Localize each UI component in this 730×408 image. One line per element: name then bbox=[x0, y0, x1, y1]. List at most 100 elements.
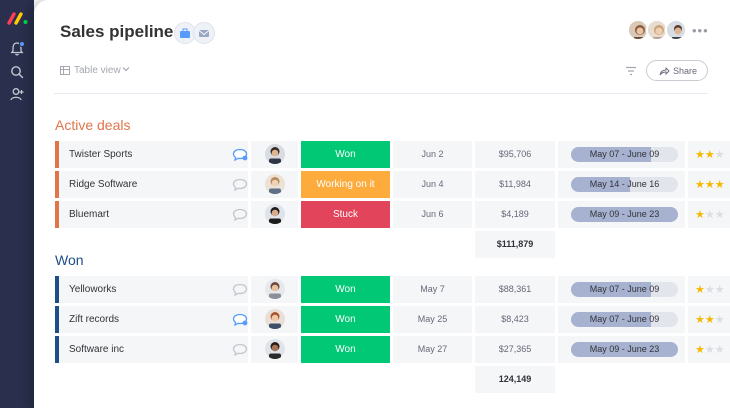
star-icon[interactable]: ★ bbox=[715, 314, 725, 326]
table-row[interactable]: Software inc Won May 27 $27,365 May 09 - Jun… bbox=[55, 336, 730, 363]
item-name-cell[interactable]: Twister Sports bbox=[55, 141, 248, 168]
table-row[interactable]: Bluemart Stuck Jun 6 $4,189 May 09 - June 23… bbox=[55, 201, 730, 228]
notification-dot bbox=[19, 41, 25, 47]
star-icon[interactable]: ★ bbox=[715, 179, 725, 191]
item-name-cell[interactable]: Ridge Software bbox=[55, 171, 248, 198]
table-row[interactable]: Zift records Won May 25 $8,423 May 07 - June… bbox=[55, 306, 730, 333]
star-icon[interactable]: ★ bbox=[695, 284, 705, 296]
person-cell[interactable] bbox=[251, 306, 298, 333]
timeline-bar: May 09 - June 23 bbox=[571, 342, 678, 357]
rating-cell[interactable]: ★★★ bbox=[688, 336, 730, 363]
star-icon[interactable]: ★ bbox=[695, 179, 705, 191]
item-name: Bluemart bbox=[69, 209, 110, 220]
timeline-bar: May 09 - June 23 bbox=[571, 207, 678, 222]
speech-bubble-icon[interactable] bbox=[232, 178, 248, 191]
mail-icon[interactable] bbox=[193, 22, 215, 44]
avatar bbox=[265, 144, 285, 164]
table-row[interactable]: Twister Sports Won Jun 2 $95,706 May 07 - Ju… bbox=[55, 141, 730, 168]
date-cell[interactable]: Jun 6 bbox=[393, 201, 472, 228]
amount-cell[interactable]: $4,189 bbox=[475, 201, 555, 228]
star-icon[interactable]: ★ bbox=[695, 149, 705, 161]
timeline-bar: May 07 - June 09 bbox=[571, 282, 678, 297]
table-row[interactable]: Ridge Software Working on it Jun 4 $11,984 M… bbox=[55, 171, 730, 198]
filter-icon[interactable] bbox=[625, 66, 637, 76]
user-icon[interactable] bbox=[9, 86, 25, 102]
status-cell[interactable]: Stuck bbox=[301, 201, 390, 228]
date-cell[interactable]: May 25 bbox=[393, 306, 472, 333]
star-icon[interactable]: ★ bbox=[695, 314, 705, 326]
timeline-cell[interactable]: May 07 - June 09 bbox=[558, 306, 685, 333]
timeline-cell[interactable]: May 09 - June 23 bbox=[558, 201, 685, 228]
rating-cell[interactable]: ★★★ bbox=[688, 171, 730, 198]
group-title-active-deals[interactable]: Active deals bbox=[55, 117, 130, 133]
speech-bubble-icon[interactable] bbox=[232, 208, 248, 221]
page-title: Sales pipeline bbox=[60, 22, 174, 41]
share-button[interactable]: Share bbox=[646, 60, 708, 81]
amount-cell[interactable]: $88,361 bbox=[475, 276, 555, 303]
date-value: Jun 2 bbox=[421, 149, 444, 159]
star-icon[interactable]: ★ bbox=[715, 284, 725, 296]
star-icon[interactable]: ★ bbox=[715, 209, 725, 221]
timeline-bar: May 07 - June 09 bbox=[571, 312, 678, 327]
status-cell[interactable]: Won bbox=[301, 336, 390, 363]
board-panel: Sales pipeline ••• Table view Share Acti… bbox=[34, 0, 730, 408]
search-icon[interactable] bbox=[9, 64, 25, 80]
star-icon[interactable]: ★ bbox=[715, 149, 725, 161]
item-name-cell[interactable]: Bluemart bbox=[55, 201, 248, 228]
person-cell[interactable] bbox=[251, 276, 298, 303]
group-title-won[interactable]: Won bbox=[55, 252, 84, 268]
group-total-cell: $111,879 bbox=[475, 231, 555, 258]
speech-bubble-icon[interactable] bbox=[232, 313, 248, 326]
date-cell[interactable]: Jun 2 bbox=[393, 141, 472, 168]
rating-cell[interactable]: ★★★ bbox=[688, 276, 730, 303]
item-name: Zift records bbox=[69, 314, 120, 325]
item-name-cell[interactable]: Yelloworks bbox=[55, 276, 248, 303]
star-icon[interactable]: ★ bbox=[715, 344, 725, 356]
status-cell[interactable]: Won bbox=[301, 276, 390, 303]
monday-logo-icon[interactable] bbox=[7, 11, 29, 25]
amount-cell[interactable]: $27,365 bbox=[475, 336, 555, 363]
person-cell[interactable] bbox=[251, 141, 298, 168]
timeline-bar: May 14 - June 16 bbox=[571, 177, 678, 192]
date-cell[interactable]: May 27 bbox=[393, 336, 472, 363]
star-icon[interactable]: ★ bbox=[705, 314, 715, 326]
item-name: Twister Sports bbox=[69, 149, 133, 160]
table-row[interactable]: Yelloworks Won May 7 $88,361 May 07 - June 0… bbox=[55, 276, 730, 303]
timeline-cell[interactable]: May 07 - June 09 bbox=[558, 276, 685, 303]
star-icon[interactable]: ★ bbox=[705, 209, 715, 221]
speech-bubble-icon[interactable] bbox=[232, 343, 248, 356]
status-cell[interactable]: Working on it bbox=[301, 171, 390, 198]
person-cell[interactable] bbox=[251, 201, 298, 228]
amount-cell[interactable]: $95,706 bbox=[475, 141, 555, 168]
star-icon[interactable]: ★ bbox=[695, 344, 705, 356]
timeline-cell[interactable]: May 07 - June 09 bbox=[558, 141, 685, 168]
item-name: Software inc bbox=[69, 344, 125, 355]
star-icon[interactable]: ★ bbox=[705, 344, 715, 356]
date-cell[interactable]: Jun 4 bbox=[393, 171, 472, 198]
star-icon[interactable]: ★ bbox=[705, 284, 715, 296]
person-cell[interactable] bbox=[251, 171, 298, 198]
person-cell[interactable] bbox=[251, 336, 298, 363]
item-name-cell[interactable]: Software inc bbox=[55, 336, 248, 363]
timeline-cell[interactable]: May 14 - June 16 bbox=[558, 171, 685, 198]
star-icon[interactable]: ★ bbox=[695, 209, 705, 221]
timeline-bar: May 07 - June 09 bbox=[571, 147, 678, 162]
speech-bubble-icon[interactable] bbox=[232, 283, 248, 296]
rating-cell[interactable]: ★★★ bbox=[688, 141, 730, 168]
rating-cell[interactable]: ★★★ bbox=[688, 306, 730, 333]
star-icon[interactable]: ★ bbox=[705, 149, 715, 161]
date-value: May 7 bbox=[420, 284, 445, 294]
speech-bubble-icon[interactable] bbox=[232, 148, 248, 161]
amount-cell[interactable]: $8,423 bbox=[475, 306, 555, 333]
more-options-button[interactable]: ••• bbox=[692, 23, 709, 38]
status-cell[interactable]: Won bbox=[301, 141, 390, 168]
amount-cell[interactable]: $11,984 bbox=[475, 171, 555, 198]
table-icon bbox=[60, 66, 70, 75]
date-cell[interactable]: May 7 bbox=[393, 276, 472, 303]
status-cell[interactable]: Won bbox=[301, 306, 390, 333]
item-name-cell[interactable]: Zift records bbox=[55, 306, 248, 333]
group-total: 124,149 bbox=[498, 374, 532, 384]
timeline-cell[interactable]: May 09 - June 23 bbox=[558, 336, 685, 363]
rating-cell[interactable]: ★★★ bbox=[688, 201, 730, 228]
star-icon[interactable]: ★ bbox=[705, 179, 715, 191]
